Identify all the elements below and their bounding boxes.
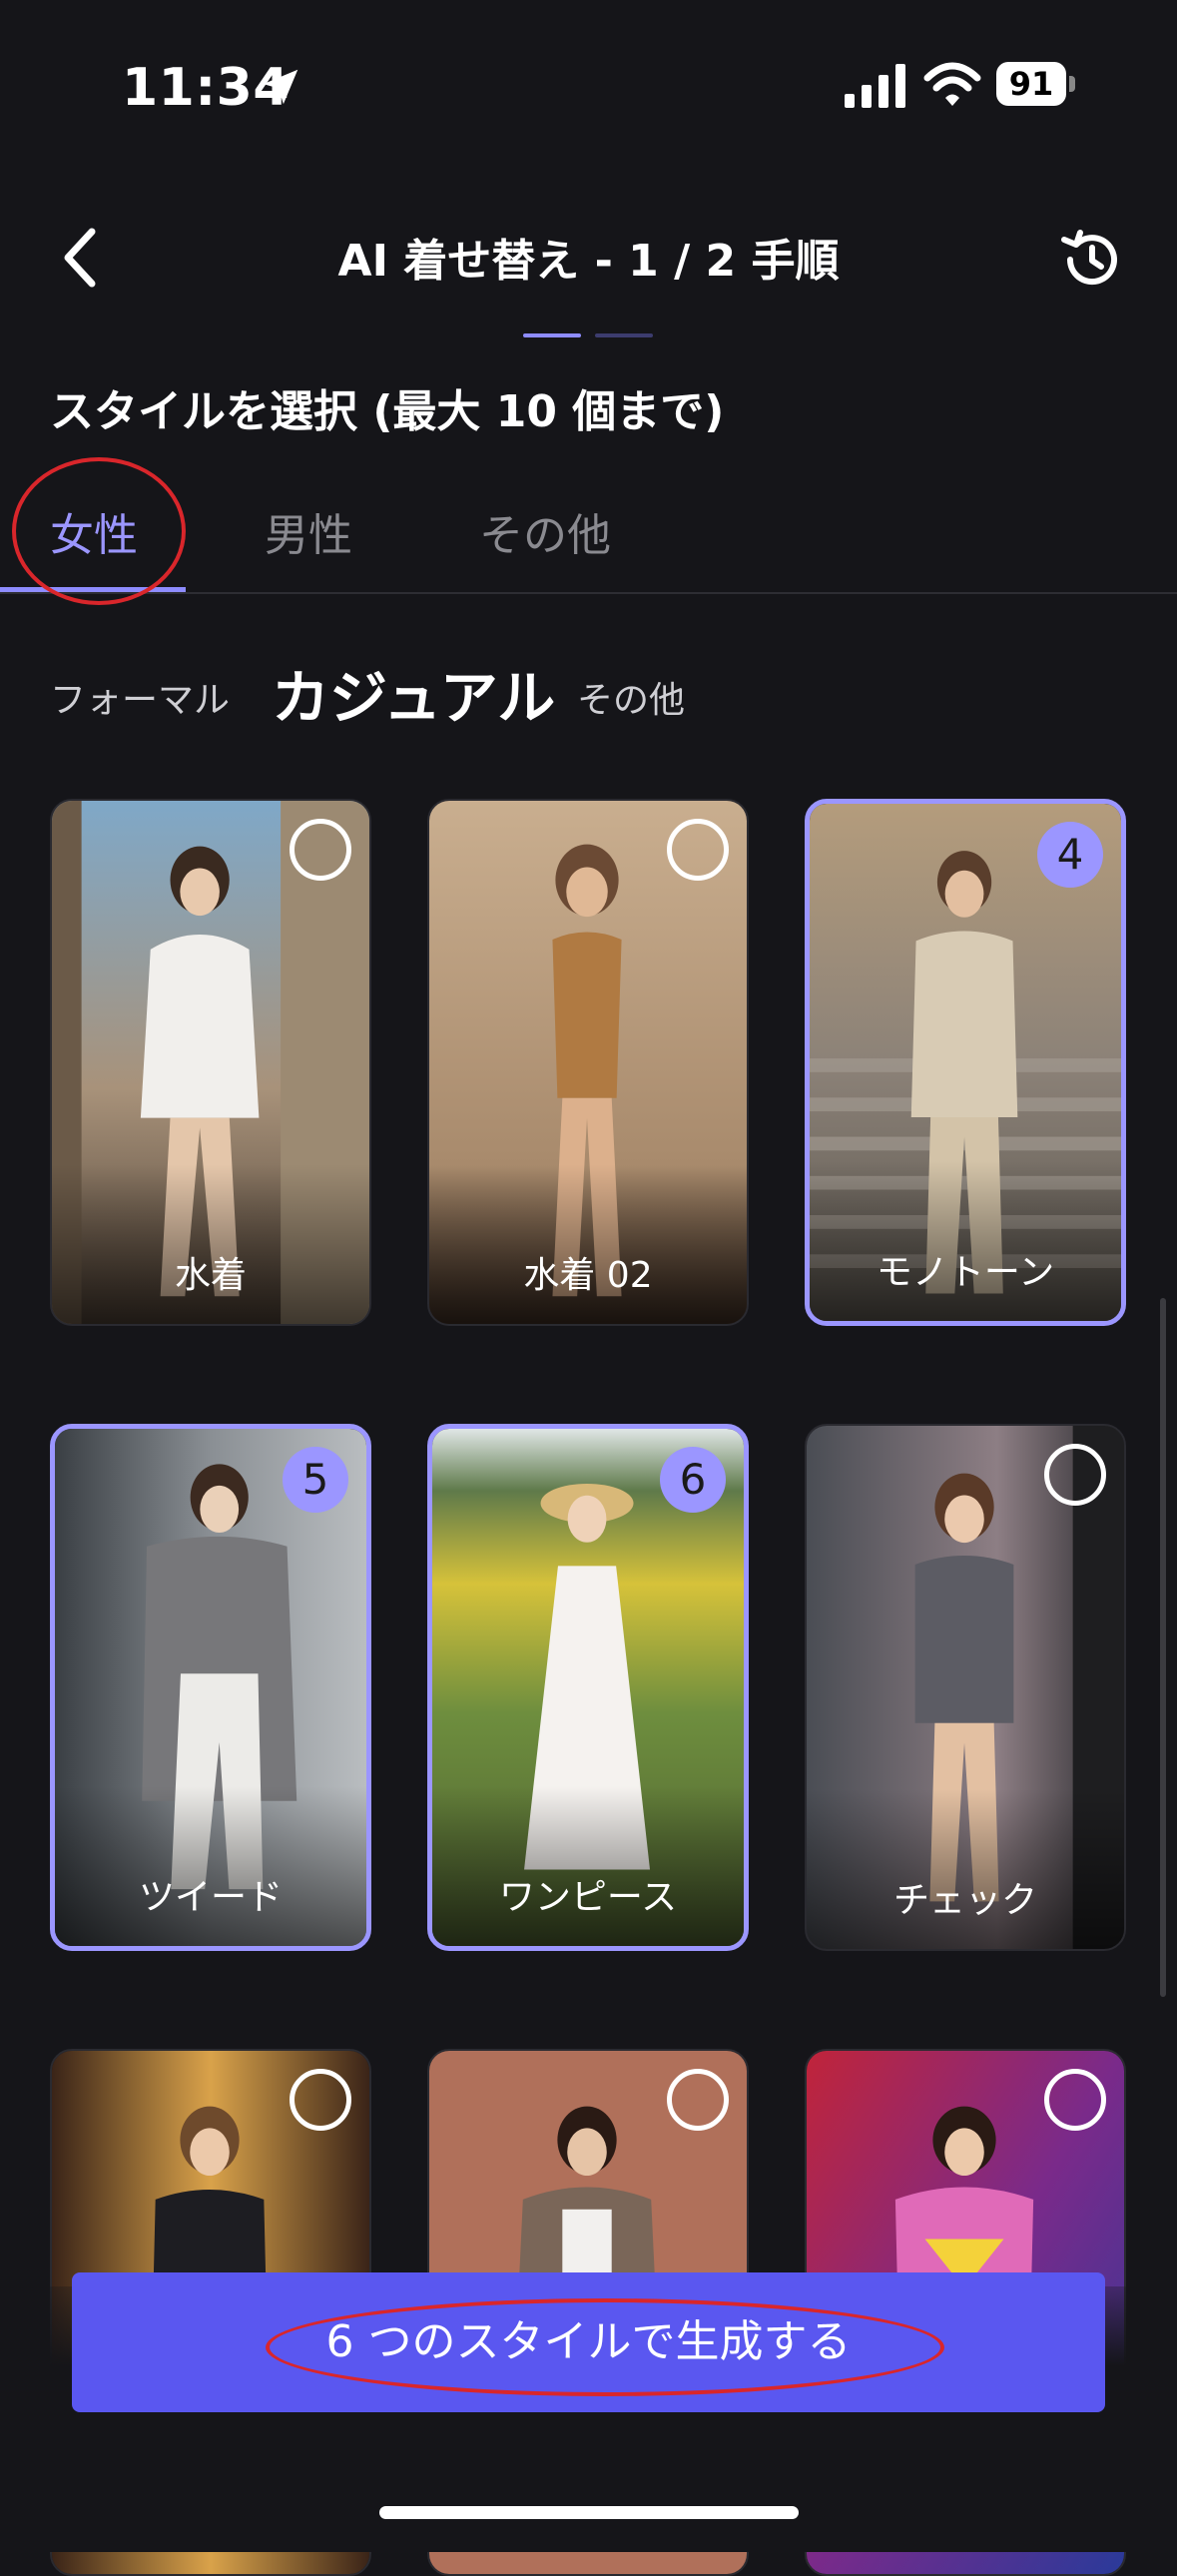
category-other[interactable]: その他: [577, 671, 685, 723]
annotation-ellipse-button: [266, 2298, 944, 2396]
selection-circle[interactable]: [290, 819, 351, 881]
style-card-swimwear[interactable]: 水着: [50, 799, 371, 1326]
history-icon[interactable]: [1058, 226, 1126, 294]
style-card-check[interactable]: チェック: [805, 1424, 1126, 1951]
style-label: ワンピース: [498, 1877, 678, 1918]
tab-other[interactable]: その他: [479, 499, 611, 563]
page-title: AI 着せ替え - 1 / 2 手順: [337, 236, 840, 287]
style-label: ツイード: [138, 1877, 283, 1918]
selection-circle[interactable]: [667, 2069, 729, 2131]
step-indicator-1: [523, 333, 581, 337]
style-card-swimwear-02[interactable]: 水着 02: [427, 799, 749, 1326]
wifi-icon: [923, 62, 981, 106]
selection-circle[interactable]: [290, 2069, 351, 2131]
style-card-monotone[interactable]: 4 モノトーン: [805, 799, 1126, 1326]
battery-indicator: 91: [996, 62, 1076, 108]
style-label: 水着: [174, 1255, 247, 1296]
style-label: モノトーン: [876, 1252, 1055, 1293]
tabs-divider: [0, 592, 1177, 594]
selection-order-badge[interactable]: 5: [283, 1447, 348, 1513]
back-chevron-icon[interactable]: [50, 218, 120, 298]
battery-level: 91: [1008, 65, 1054, 103]
style-label: チェック: [892, 1880, 1037, 1921]
style-label: 水着 02: [523, 1255, 653, 1296]
style-card-tweed[interactable]: 5 ツイード: [50, 1424, 371, 1951]
location-arrow-icon: [263, 69, 298, 105]
selection-circle[interactable]: [1044, 1444, 1106, 1506]
section-subtitle: スタイルを選択 (最大 10 個まで): [50, 386, 725, 437]
selection-order-badge[interactable]: 4: [1037, 822, 1103, 888]
category-formal[interactable]: フォーマル: [50, 671, 230, 723]
step-indicator-2: [595, 333, 653, 337]
scroll-indicator[interactable]: [1160, 1298, 1166, 1997]
selection-circle[interactable]: [667, 819, 729, 881]
cellular-signal-icon: [845, 64, 905, 108]
selection-order-badge[interactable]: 6: [660, 1447, 726, 1513]
selection-circle[interactable]: [1044, 2069, 1106, 2131]
tab-male[interactable]: 男性: [265, 499, 352, 563]
category-casual[interactable]: カジュアル: [272, 651, 555, 735]
home-indicator[interactable]: [379, 2506, 799, 2519]
annotation-circle-tab: [12, 457, 186, 605]
style-card-one-piece[interactable]: 6 ワンピース: [427, 1424, 749, 1951]
